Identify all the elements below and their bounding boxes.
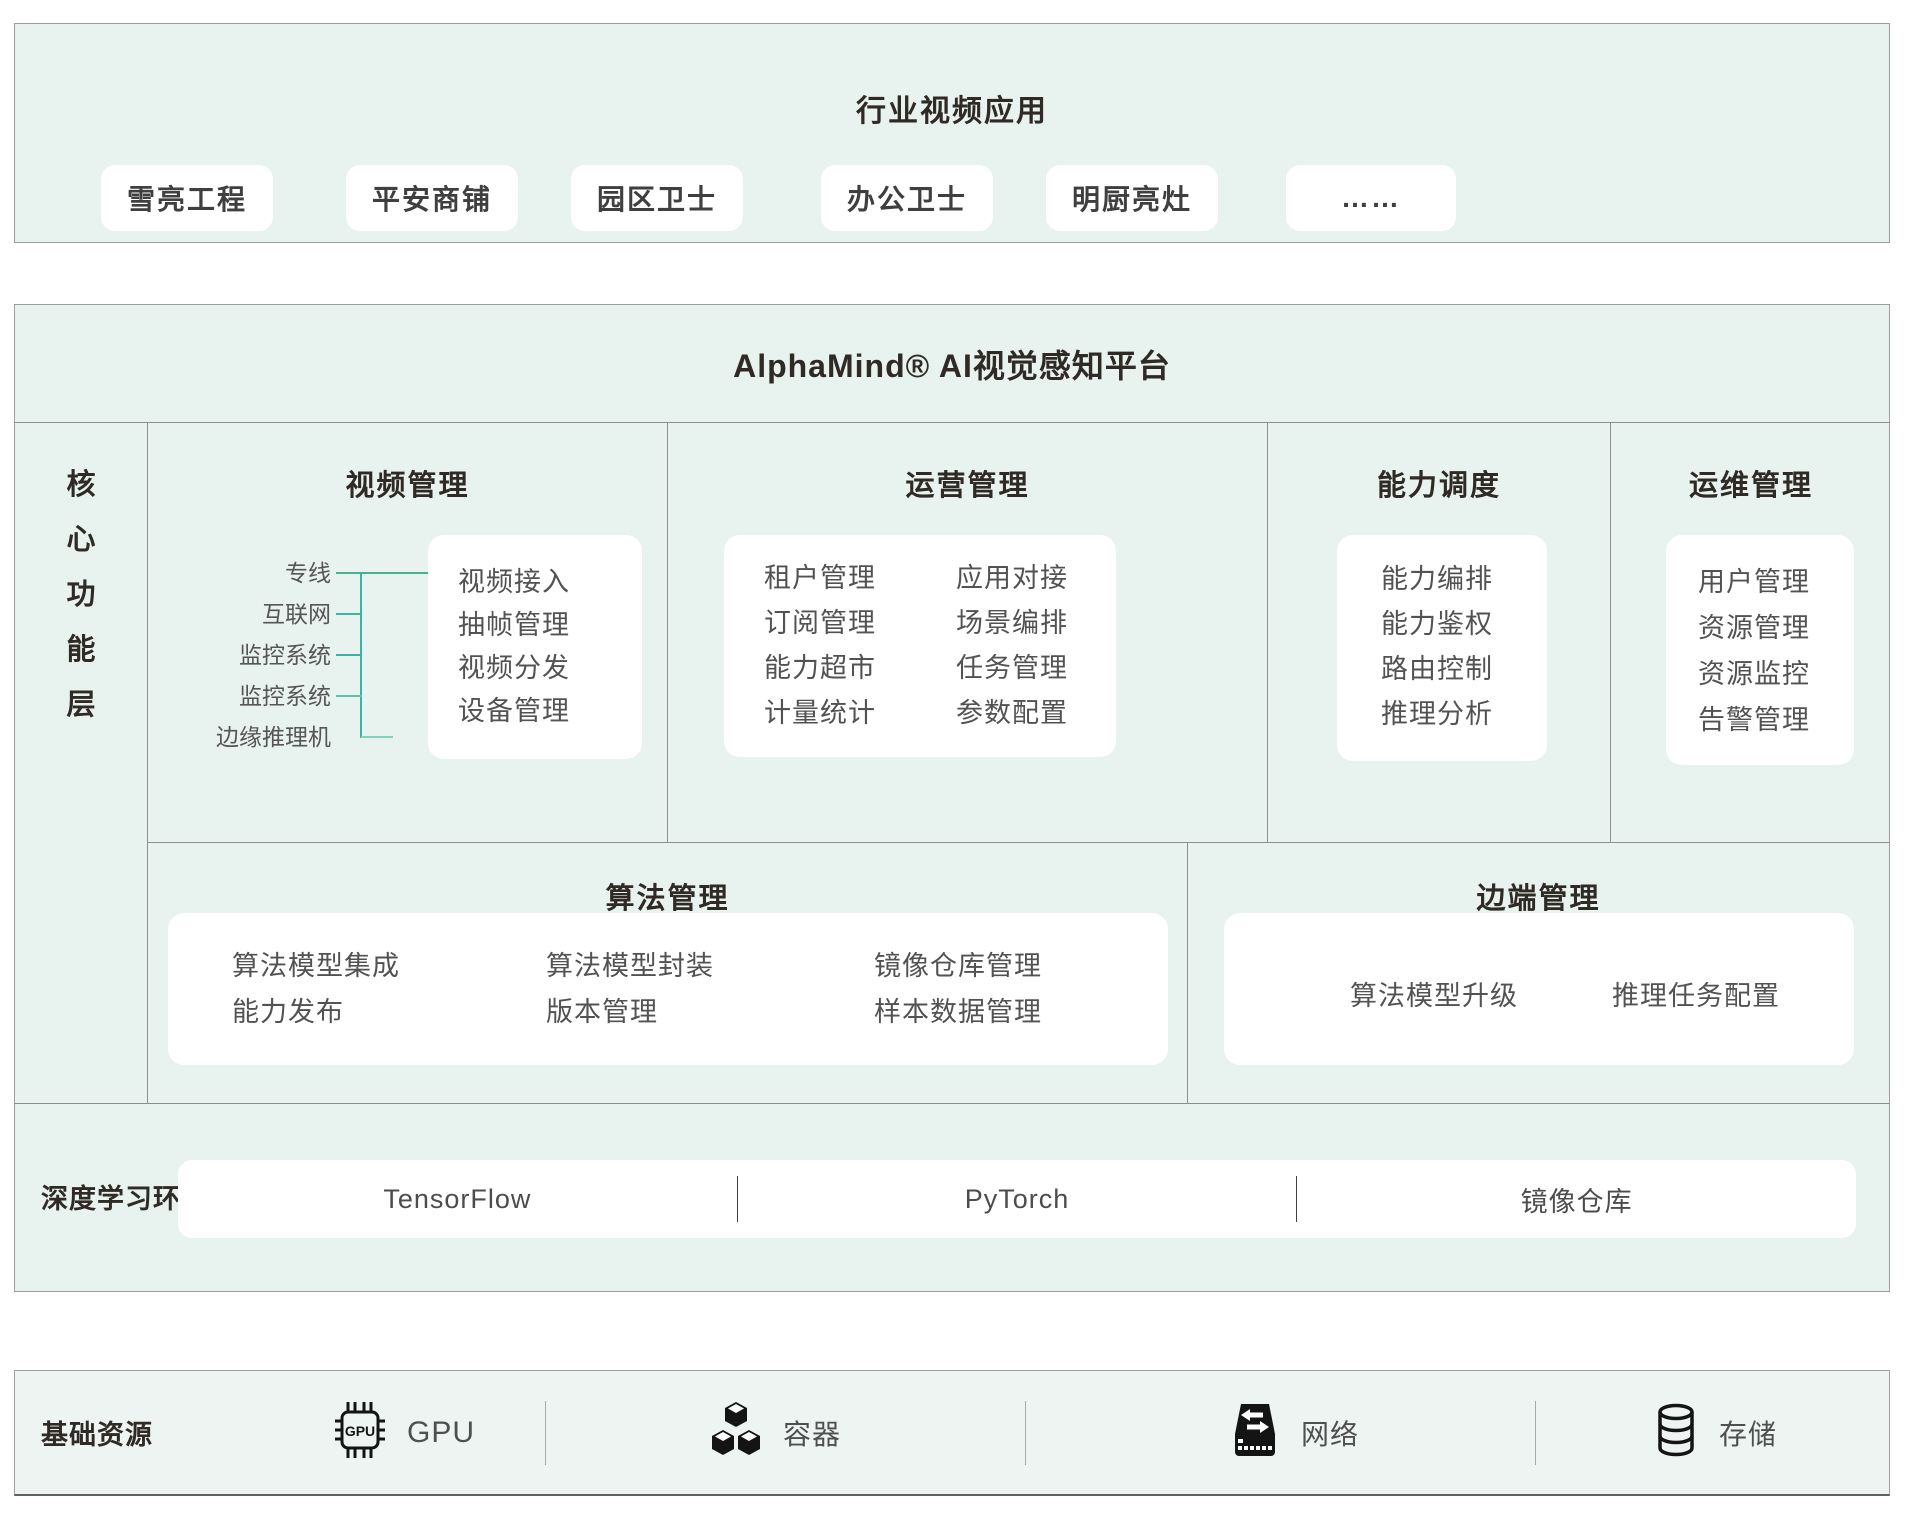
industry-apps-title-text: 行业视频应用 [15,86,1889,130]
video-management-box: 视频接入 抽帧管理 视频分发 设备管理 [428,535,642,759]
core-function-grid: 核心功能层 视频管理 专线 互联网 监控系统 监控系统 边缘推理机 视频接入 [15,422,1889,1104]
network-icon [1227,1401,1283,1464]
maint-item-resource-monitor: 资源监控 [1698,651,1854,697]
connector-line-2 [336,613,362,615]
edge-management-section: 边端管理 算法模型升级 推理任务配置 [1188,843,1889,1103]
video-item-distribution: 视频分发 [458,647,642,690]
op-item-app-connect: 应用对接 [956,556,1068,601]
app-pill-mingchu: 明厨亮灶 [1046,165,1218,231]
infra-item-storage: 存储 [1651,1371,1777,1494]
algo-item-image-repo-mgmt: 镜像仓库管理 [874,943,1042,989]
video-management-title: 视频管理 [148,462,667,504]
op-item-param-config: 参数配置 [956,691,1068,736]
video-item-access: 视频接入 [458,561,642,604]
algo-item-model-packaging: 算法模型封装 [546,943,714,989]
op-item-capability-market: 能力超市 [764,646,876,691]
op-item-metering: 计量统计 [764,691,876,736]
video-item-frame-extract: 抽帧管理 [458,604,642,647]
dl-item-image-repo: 镜像仓库 [1297,1180,1856,1219]
platform-title: AlphaMind® AI视觉感知平台 [15,305,1889,423]
algorithm-management-title: 算法管理 [148,875,1187,917]
infra-item-storage-label: 存储 [1719,1413,1777,1453]
source-label-monitor-system-1: 监控系统 [166,641,331,669]
infra-item-gpu-label: GPU [407,1416,475,1450]
algo-item-sample-data-mgmt: 样本数据管理 [874,989,1042,1035]
container-icon [707,1400,765,1465]
op-item-subscription: 订阅管理 [764,601,876,646]
op-item-scene-orchestration: 场景编排 [956,601,1068,646]
cap-item-inference-analysis: 推理分析 [1381,692,1547,737]
app-pill-pingan: 平安商铺 [346,165,518,231]
infra-item-container: 容器 [707,1371,841,1494]
maint-item-resource-mgmt: 资源管理 [1698,605,1854,651]
cap-item-routing: 路由控制 [1381,647,1547,692]
maint-item-alarm: 告警管理 [1698,697,1854,743]
edge-item-model-upgrade: 算法模型升级 [1350,974,1518,1013]
dl-item-pytorch: PyTorch [738,1184,1297,1215]
core-grid-row2: 算法管理 算法模型集成 能力发布 算法模型封装 版本管理 镜像仓库管理 样本数据 [148,842,1889,1103]
video-item-device-mgmt: 设备管理 [458,690,642,733]
ops-maintenance-title: 运维管理 [1611,462,1891,504]
infra-item-network-label: 网络 [1301,1413,1359,1453]
infra-divider-1 [545,1401,546,1465]
operation-management-box: 租户管理 订阅管理 能力超市 计量统计 应用对接 场景编排 任务管理 参数配置 [724,535,1116,757]
app-pill-xueliang: 雪亮工程 [101,165,273,231]
op-item-task-mgmt: 任务管理 [956,646,1068,691]
capability-scheduling-box: 能力编排 能力鉴权 路由控制 推理分析 [1337,535,1547,761]
infrastructure-label: 基础资源 [41,1371,153,1494]
svg-text:GPU: GPU [345,1423,375,1439]
algorithm-management-box: 算法模型集成 能力发布 算法模型封装 版本管理 镜像仓库管理 样本数据管理 [168,913,1168,1065]
algo-item-version-mgmt: 版本管理 [546,989,714,1035]
capability-scheduling-title: 能力调度 [1268,462,1610,504]
platform-section: AlphaMind® AI视觉感知平台 核心功能层 视频管理 专线 互联网 监控… [14,304,1890,1292]
infra-item-gpu: GPU GPU [331,1371,475,1494]
op-item-tenant: 租户管理 [764,556,876,601]
connector-line-3 [336,654,362,656]
algorithm-management-section: 算法管理 算法模型集成 能力发布 算法模型封装 版本管理 镜像仓库管理 样本数据 [148,843,1188,1103]
cap-item-orchestration: 能力编排 [1381,557,1547,602]
source-label-monitor-system-2: 监控系统 [166,682,331,710]
video-management-section: 视频管理 专线 互联网 监控系统 监控系统 边缘推理机 视频接入 抽帧管理 视频… [148,422,668,842]
core-layer-label: 核心功能层 [64,458,98,733]
edge-management-title: 边端管理 [1188,875,1889,917]
dl-item-tensorflow: TensorFlow [178,1184,737,1215]
infra-divider-2 [1025,1401,1026,1465]
app-pill-bangong: 办公卫士 [821,165,993,231]
app-pill-ellipsis: …… [1286,165,1456,231]
cap-item-auth: 能力鉴权 [1381,602,1547,647]
infrastructure-section: 基础资源 GPU GPU [14,1370,1890,1496]
maint-item-user: 用户管理 [1698,559,1854,605]
gpu-chip-icon: GPU [331,1399,389,1466]
app-pill-yuanqu: 园区卫士 [571,165,743,231]
industry-apps-section: 行业视频应用 雪亮工程 平安商铺 园区卫士 办公卫士 明厨亮灶 …… [14,23,1890,243]
capability-scheduling-section: 能力调度 能力编排 能力鉴权 路由控制 推理分析 [1268,422,1611,842]
core-layer-sidebar: 核心功能层 [15,422,148,1103]
operation-management-title: 运营管理 [668,462,1267,504]
source-label-dedicated-line: 专线 [166,559,331,587]
source-label-edge-inference: 边缘推理机 [166,723,331,751]
connector-line-1 [336,572,428,574]
edge-management-box: 算法模型升级 推理任务配置 [1224,913,1854,1065]
algo-item-model-integration: 算法模型集成 [232,943,400,989]
infra-item-network: 网络 [1227,1371,1359,1494]
connector-line-5 [361,736,393,738]
algo-item-capability-publish: 能力发布 [232,989,400,1035]
infra-item-container-label: 容器 [783,1413,841,1453]
ops-maintenance-section: 运维管理 用户管理 资源管理 资源监控 告警管理 [1611,422,1891,842]
storage-icon [1651,1401,1701,1464]
dl-environment-row: 深度学习环境 TensorFlow PyTorch 镜像仓库 [15,1103,1889,1293]
dl-environment-pill: TensorFlow PyTorch 镜像仓库 [178,1160,1856,1238]
edge-item-inference-task-config: 推理任务配置 [1612,974,1780,1013]
source-label-internet: 互联网 [166,600,331,628]
connector-line-4 [336,695,362,697]
infra-divider-3 [1535,1401,1536,1465]
ops-maintenance-box: 用户管理 资源管理 资源监控 告警管理 [1666,535,1854,765]
architecture-diagram: 行业视频应用 雪亮工程 平安商铺 园区卫士 办公卫士 明厨亮灶 …… Alpha… [0,0,1920,1522]
operation-management-section: 运营管理 租户管理 订阅管理 能力超市 计量统计 应用对接 场景编排 任务管理 … [668,422,1268,842]
